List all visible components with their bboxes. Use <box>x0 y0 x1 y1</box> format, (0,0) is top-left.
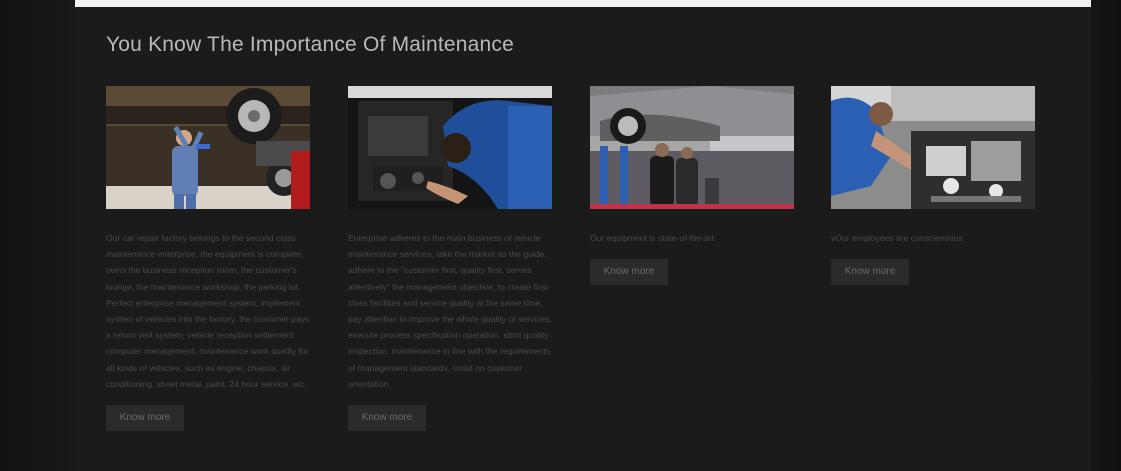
card-description: vOur employees are conscientious <box>831 233 963 243</box>
card-1: Our car repair factory belongs to the se… <box>106 86 310 432</box>
card-4: vOur employees are conscientious Know mo… <box>831 86 1035 286</box>
mechanic-under-car-icon <box>106 86 310 209</box>
left-background <box>0 0 75 471</box>
card-description: Our equipment is state-of-the-art <box>590 233 715 243</box>
card-2: Enterprise adheres to the main business … <box>348 86 552 432</box>
know-more-button[interactable]: Know more <box>106 405 184 432</box>
right-background <box>1091 0 1121 471</box>
know-more-button[interactable]: Know more <box>831 259 909 286</box>
know-more-button[interactable]: Know more <box>348 405 426 432</box>
mechanic-working-engine-icon <box>831 86 1035 209</box>
card-description: Our car repair factory belongs to the se… <box>106 233 310 389</box>
maintenance-section: You Know The Importance Of Maintenance O… <box>75 7 1091 471</box>
car-on-lift-icon <box>590 86 794 209</box>
mechanic-engine-bay-icon <box>348 86 552 209</box>
card-3: Our equipment is state-of-the-art Know m… <box>590 86 794 286</box>
top-strip <box>0 0 1121 7</box>
section-title: You Know The Importance Of Maintenance <box>106 33 515 56</box>
know-more-button[interactable]: Know more <box>590 259 668 286</box>
card-description: Enterprise adheres to the main business … <box>348 233 552 389</box>
